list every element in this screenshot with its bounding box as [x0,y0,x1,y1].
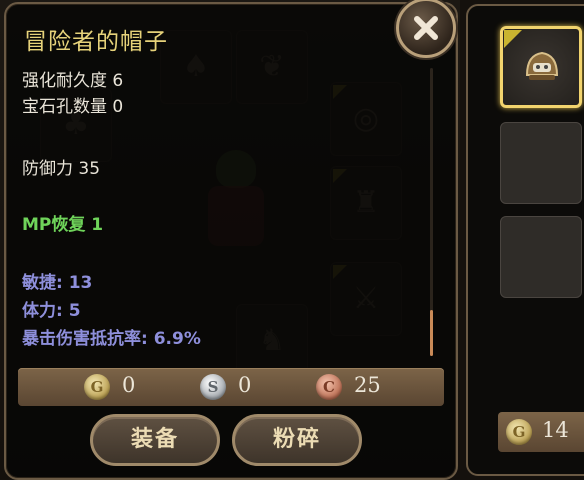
stat-agility: 敏捷: 13 [22,273,93,293]
copper-coin-icon: C [316,374,342,400]
bag-gold-bar: G 14 [498,412,584,452]
close-button[interactable] [396,0,456,58]
item-tooltip: 冒险者的帽子 强化耐久度 6 宝石孔数量 0 防御力 35 MP恢复 1 敏捷:… [4,2,458,480]
bag-gold-amount: 14 [542,418,569,442]
copper-amount: 25 [354,373,381,397]
stat-enhance-durability: 强化耐久度 6 [22,71,124,91]
shatter-button[interactable]: 粉碎 [232,414,362,466]
item-name: 冒险者的帽子 [24,29,168,55]
bag-slot[interactable] [500,216,582,298]
stat-crit-resist: 暴击伤害抵抗率: 6.9% [22,329,201,349]
gold-coin-icon: G [506,419,532,445]
gold-amount: 0 [122,373,136,397]
equip-button[interactable]: 装备 [90,414,220,466]
bag-slot[interactable] [500,122,582,204]
sell-price-bar: G 0 S 0 C 25 [18,368,444,406]
bag-panel: G 14 [466,4,584,476]
stat-defense: 防御力 35 [22,159,101,179]
scrollbar-thumb[interactable] [430,310,433,356]
bag-slot-selected[interactable] [500,26,582,108]
silver-amount: 0 [238,373,252,397]
stat-stamina: 体力: 5 [22,301,81,321]
helmet-icon [525,51,559,80]
tooltip-scrollbar[interactable] [430,68,433,356]
gold-coin-icon: G [84,374,110,400]
silver-coin-icon: S [200,374,226,400]
stat-mp-recovery: MP恢复 1 [22,215,104,235]
close-icon [414,16,438,40]
stat-gem-slots: 宝石孔数量 0 [22,97,124,117]
